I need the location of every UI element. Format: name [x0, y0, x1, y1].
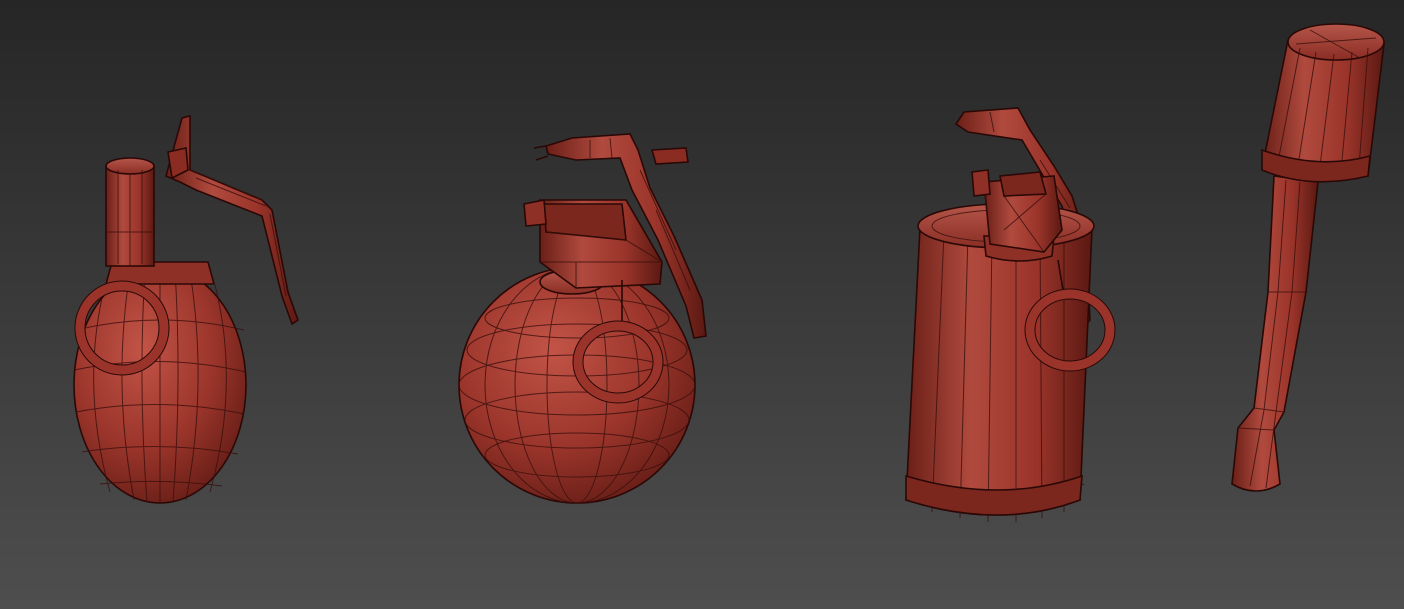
grenade-body [458, 266, 696, 504]
stick-grenade[interactable] [1231, 23, 1385, 492]
3d-viewport[interactable] [0, 0, 1404, 609]
cylindrical-grenade[interactable] [905, 107, 1116, 523]
scene [73, 23, 1385, 523]
handle [1231, 175, 1319, 492]
pineapple-grenade[interactable] [73, 114, 299, 504]
spherical-grenade[interactable] [458, 133, 707, 504]
